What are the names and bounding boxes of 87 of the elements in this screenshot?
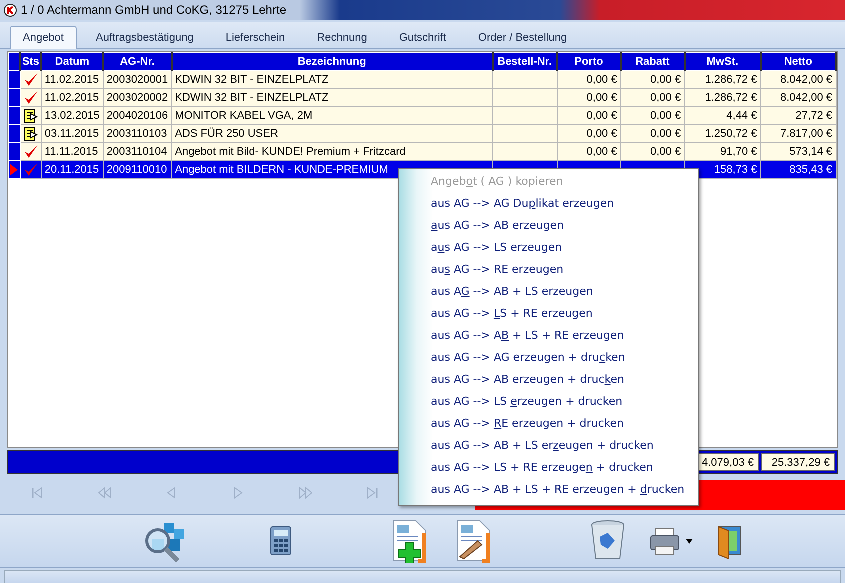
row-marker[interactable] [8, 160, 20, 178]
column-header[interactable]: MwSt. [684, 52, 761, 70]
table-cell: 8.042,00 € [760, 70, 836, 88]
table-cell: Angebot mit Bild- KUNDE! Premium + Fritzcard [172, 142, 493, 160]
table-cell: 27,72 € [760, 106, 836, 124]
table-cell: 1.286,72 € [684, 88, 761, 106]
table-cell: 20.11.2015 [41, 160, 104, 178]
menu-item[interactable]: aus AG --> AB + LS + RE erzeugen [399, 325, 698, 347]
table-cell: 2004020106 [103, 106, 172, 124]
checkmark-icon [22, 72, 39, 88]
table-cell: 2003110104 [103, 142, 172, 160]
column-header[interactable]: Sts [20, 52, 42, 70]
menu-item[interactable]: aus AG --> AB + LS + RE erzeugen + drucken [399, 479, 698, 501]
window-title: 1 / 0 Achtermann GmbH und CoKG, 31275 Lehrte [21, 3, 286, 17]
total-cell: 25.337,29 € [761, 453, 835, 471]
row-marker[interactable] [8, 124, 20, 142]
checkmark-icon [22, 144, 39, 160]
menu-item[interactable]: aus AG --> RE erzeugen [399, 259, 698, 281]
menu-item[interactable]: aus AG --> AG erzeugen + drucken [399, 347, 698, 369]
column-header[interactable]: Rabatt [620, 52, 685, 70]
table-cell: 13.02.2015 [41, 106, 104, 124]
menu-item[interactable]: aus AG --> LS erzeugen + drucken [399, 391, 698, 413]
tab[interactable]: Rechnung [304, 26, 380, 48]
menu-item[interactable]: aus AG --> LS + RE erzeugen [399, 303, 698, 325]
table-cell: 573,14 € [760, 142, 836, 160]
table-row[interactable]: 11.02.2015 2003020001 KDWIN 32 BIT - EINZELPLATZ 0,00 € 0,00 € 1.286,72 € 8.042,00 € [8, 70, 836, 88]
table-row[interactable]: 11.11.2015 2003110104 Angebot mit Bild- KUNDE! Premium + Fritzcard 0,00 € 0,00 € 91,70 € 573,14 € [8, 142, 836, 160]
column-header[interactable]: Netto [760, 52, 836, 70]
table-cell: 0,00 € [557, 106, 621, 124]
menu-item[interactable]: aus AG --> LS erzeugen [399, 237, 698, 259]
column-header[interactable]: Porto [557, 52, 621, 70]
tab[interactable]: Gutschrift [386, 26, 460, 48]
table-row[interactable]: 03.11.2015 2003110103 ADS FÜR 250 USER 0,00 € 0,00 € 1.250,72 € 7.817,00 € [8, 124, 836, 142]
table-cell: 0,00 € [620, 88, 685, 106]
column-header[interactable]: Bezeichnung [172, 52, 493, 70]
table-cell: 8.042,00 € [760, 88, 836, 106]
tab[interactable]: Lieferschein [212, 26, 298, 48]
table-cell: 03.11.2015 [41, 124, 104, 142]
caret-icon[interactable] [686, 538, 693, 544]
table-cell: 2003020002 [103, 88, 172, 106]
table-row[interactable]: 11.02.2015 2003020002 KDWIN 32 BIT - EINZELPLATZ 0,00 € 0,00 € 1.286,72 € 8.042,00 € [8, 88, 836, 106]
logo-icon [4, 4, 17, 16]
tab[interactable]: Auftragsbestätigung [82, 26, 207, 48]
table-cell: 0,00 € [557, 124, 621, 142]
table-cell: 2003110103 [103, 124, 172, 142]
row-marker[interactable] [8, 106, 20, 124]
column-header[interactable]: AG-Nr. [103, 52, 172, 70]
row-marker[interactable] [8, 70, 20, 88]
table-cell: KDWIN 32 BIT - EINZELPLATZ [172, 70, 493, 88]
table-cell: 0,00 € [620, 106, 685, 124]
table-cell: 0,00 € [557, 142, 621, 160]
table-cell: ADS FÜR 250 USER [172, 124, 493, 142]
table-cell: 2009110010 [103, 160, 172, 178]
table-cell: 4,44 € [684, 106, 761, 124]
column-header[interactable]: Datum [41, 52, 104, 70]
table-cell: 1.250,72 € [684, 124, 761, 142]
table-cell: 0,00 € [557, 70, 621, 88]
table-cell: 11.11.2015 [41, 142, 104, 160]
table-cell: 1.286,72 € [684, 70, 761, 88]
table-cell: 0,00 € [620, 142, 685, 160]
table-cell: 0,00 € [620, 70, 685, 88]
table-cell: 0,00 € [620, 124, 685, 142]
menu-item[interactable]: aus AG --> AB erzeugen + drucken [399, 369, 698, 391]
document-arrow-icon [22, 126, 39, 142]
table-cell: 7.817,00 € [760, 124, 836, 142]
table-cell: KDWIN 32 BIT - EINZELPLATZ [172, 88, 493, 106]
table-cell: 2003020001 [103, 70, 172, 88]
menu-item[interactable]: aus AG --> AG Duplikat erzeugen [399, 193, 698, 215]
table-cell: MONITOR KABEL VGA, 2M [172, 106, 493, 124]
menu-item[interactable]: aus AG --> AB erzeugen [399, 215, 698, 237]
table-cell: 11.02.2015 [41, 70, 104, 88]
menu-item[interactable]: aus AG --> AB + LS erzeugen [399, 281, 698, 303]
table-cell: 835,43 € [760, 160, 836, 178]
menu-item[interactable]: aus AG --> RE erzeugen + drucken [399, 413, 698, 435]
table-cell: 91,70 € [684, 142, 761, 160]
table-cell: 0,00 € [557, 88, 621, 106]
tab[interactable]: Angebot [10, 26, 77, 49]
document-arrow-icon [22, 108, 39, 124]
checkmark-icon [22, 162, 39, 178]
row-marker[interactable] [8, 88, 20, 106]
row-pointer-icon [10, 164, 19, 176]
table-row[interactable]: 13.02.2015 2004020106 MONITOR KABEL VGA, 2M 0,00 € 0,00 € 4,44 € 27,72 € [8, 106, 836, 124]
column-header[interactable]: Bestell-Nr. [492, 52, 558, 70]
row-marker[interactable] [8, 142, 20, 160]
tab[interactable]: Order / Bestellung [465, 26, 580, 48]
table-cell: 11.02.2015 [41, 88, 104, 106]
checkmark-icon [22, 90, 39, 106]
